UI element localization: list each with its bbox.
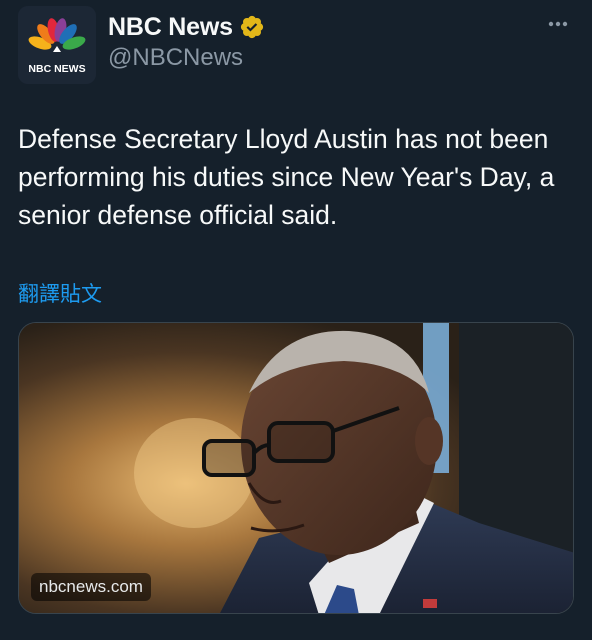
nbc-peacock-icon: NBC NEWS xyxy=(18,6,96,84)
avatar-label: NBC NEWS xyxy=(28,63,85,75)
tweet-card: NBC NEWS NBC News @NBCNews Defense Secre… xyxy=(0,0,592,640)
more-options-button[interactable] xyxy=(540,8,576,40)
media-source-label: nbcnews.com xyxy=(31,573,151,601)
handle[interactable]: @NBCNews xyxy=(108,44,243,72)
tweet-media-image[interactable]: nbcnews.com xyxy=(18,322,574,614)
more-dots-icon xyxy=(548,21,568,27)
tweet-text: Defense Secretary Lloyd Austin has not b… xyxy=(18,124,555,230)
avatar[interactable]: NBC NEWS xyxy=(18,6,96,84)
verified-badge-icon[interactable] xyxy=(239,14,265,40)
name-row: NBC News xyxy=(108,10,265,44)
photo-illustration xyxy=(19,323,573,613)
display-name[interactable]: NBC News xyxy=(108,13,233,42)
translate-post-link[interactable]: 翻譯貼文 xyxy=(18,278,102,308)
